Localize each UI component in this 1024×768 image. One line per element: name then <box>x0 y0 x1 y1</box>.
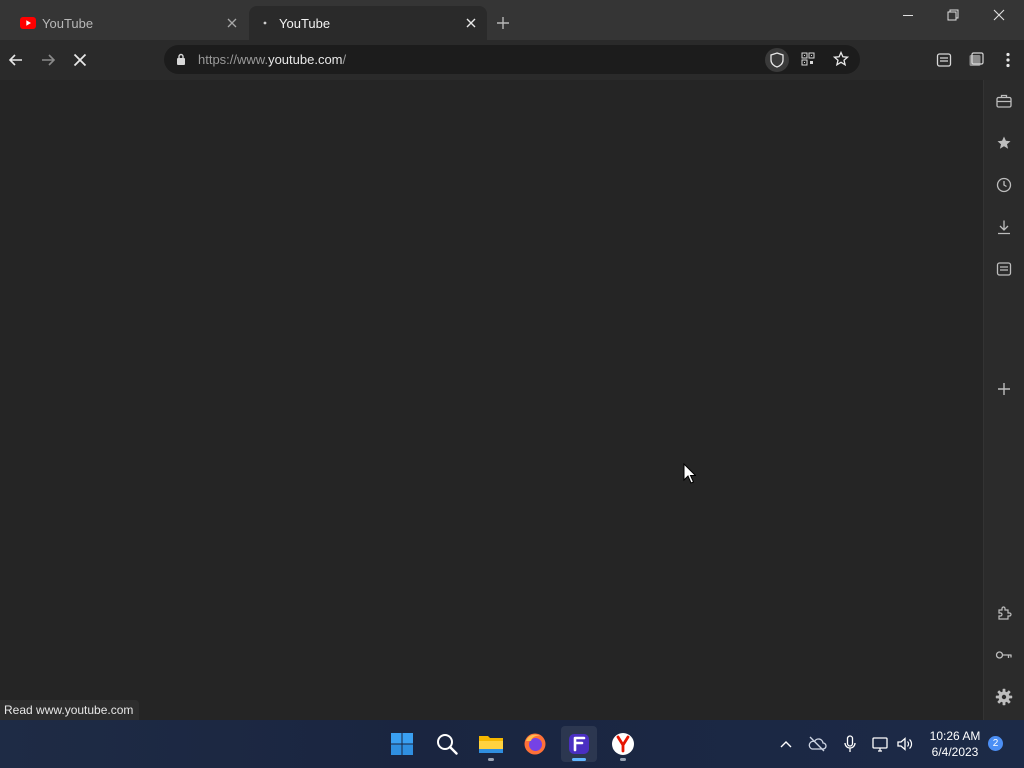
extensions-puzzle-icon[interactable] <box>993 602 1015 624</box>
reading-list-button[interactable] <box>932 48 956 72</box>
add-panel-icon[interactable] <box>993 378 1015 400</box>
loading-indicator-icon <box>257 15 279 31</box>
close-tab-icon[interactable] <box>461 13 481 33</box>
running-indicator <box>620 758 626 761</box>
search-button[interactable] <box>429 726 465 762</box>
menu-button[interactable] <box>996 48 1020 72</box>
tab-title: YouTube <box>42 15 94 31</box>
tab-youtube-1[interactable]: YouTube <box>12 6 248 40</box>
reading-list-icon[interactable] <box>993 258 1015 280</box>
reading-list-icon <box>936 53 952 67</box>
url-text: https://www.youtube.com/ <box>198 52 346 67</box>
youtube-favicon-icon <box>20 15 42 31</box>
tab-youtube-2[interactable]: YouTube <box>249 6 487 40</box>
restore-button[interactable] <box>930 0 976 30</box>
key-icon[interactable] <box>993 644 1015 666</box>
notification-badge[interactable]: 2 <box>988 736 1003 751</box>
close-window-button[interactable] <box>976 0 1022 30</box>
lock-icon <box>176 53 186 65</box>
url-prefix: https://www. <box>198 52 269 67</box>
close-tab-icon[interactable] <box>222 13 242 33</box>
search-icon <box>437 734 458 755</box>
download-icon[interactable] <box>993 216 1015 238</box>
clock-date: 6/4/2023 <box>931 745 979 759</box>
firefox-button[interactable] <box>517 726 553 762</box>
settings-gear-icon[interactable] <box>993 686 1015 708</box>
running-indicator <box>488 758 494 761</box>
more-vertical-icon <box>1006 52 1010 68</box>
close-icon <box>73 53 87 67</box>
stop-loading-button[interactable] <box>68 48 92 72</box>
url-host: youtube.com <box>268 52 343 67</box>
collections-icon <box>969 52 984 66</box>
address-bar[interactable]: https://www.youtube.com/ <box>164 45 860 74</box>
app-f-button[interactable] <box>561 726 597 762</box>
volume-icon[interactable] <box>894 734 916 754</box>
yandex-browser-button[interactable] <box>605 726 641 762</box>
taskbar: 10:26 AM 6/4/2023 <box>0 720 1024 768</box>
tab-strip: YouTube YouTube <box>0 0 1024 40</box>
folder-icon <box>479 736 503 753</box>
mouse-cursor-icon <box>683 463 696 484</box>
back-button[interactable] <box>4 48 28 72</box>
clock[interactable]: 10:26 AM 6/4/2023 <box>924 728 986 760</box>
network-icon[interactable] <box>870 734 892 754</box>
arrow-left-icon <box>8 54 22 66</box>
new-tab-button[interactable] <box>492 12 514 34</box>
bookmarks-star-icon[interactable] <box>993 132 1015 154</box>
firefox-icon <box>524 733 546 755</box>
toolbar: https://www.youtube.com/ <box>0 40 1024 80</box>
onedrive-offline-icon[interactable] <box>806 734 828 754</box>
arrow-right-icon <box>42 54 56 66</box>
tab-title: YouTube <box>279 15 331 31</box>
app-f-icon <box>569 734 589 754</box>
collections-button[interactable] <box>964 48 988 72</box>
chevron-up-icon[interactable] <box>775 734 797 754</box>
page-content[interactable] <box>0 80 983 720</box>
yandex-icon <box>612 733 634 755</box>
right-sidebar <box>983 80 1024 720</box>
qr-code-icon[interactable] <box>801 52 815 66</box>
status-bar: Read www.youtube.com <box>0 700 140 720</box>
briefcase-icon[interactable] <box>993 90 1015 112</box>
minimize-button[interactable] <box>885 0 931 30</box>
file-explorer-button[interactable] <box>473 726 509 762</box>
forward-button[interactable] <box>36 48 60 72</box>
clock-time: 10:26 AM <box>929 729 981 743</box>
windows-logo-icon <box>391 733 413 755</box>
url-suffix: / <box>342 52 347 67</box>
active-indicator <box>572 758 586 761</box>
shield-icon[interactable] <box>765 48 789 72</box>
windows-start-button[interactable] <box>384 726 420 762</box>
star-icon[interactable] <box>833 51 849 67</box>
microphone-icon[interactable] <box>839 734 861 754</box>
history-clock-icon[interactable] <box>993 174 1015 196</box>
